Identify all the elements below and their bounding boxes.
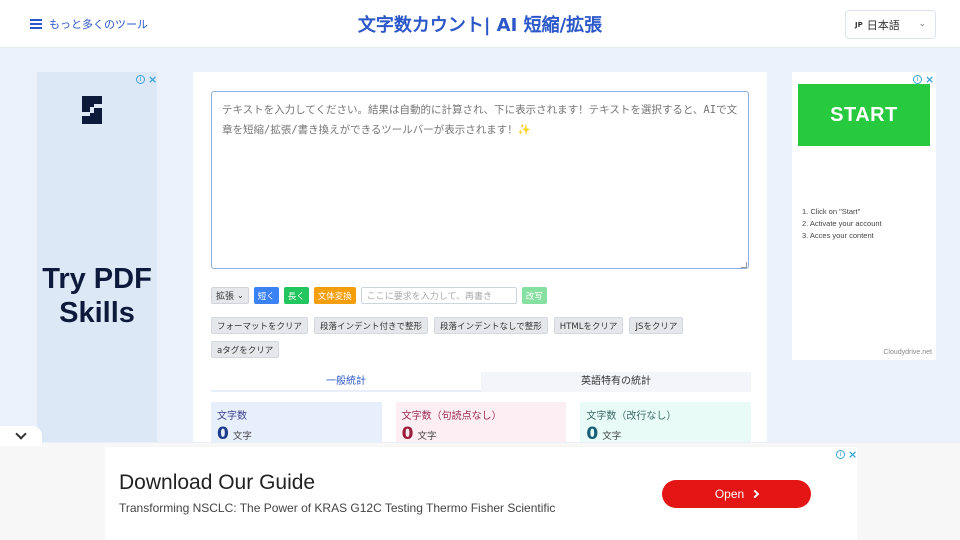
ad-steps: 1. Click on "Start" 2. Activate your acc… xyxy=(802,206,882,242)
ad-start-button[interactable]: START xyxy=(798,84,930,146)
ad-info-icon[interactable]: i xyxy=(913,75,922,84)
ad-close-icon[interactable]: × xyxy=(848,448,857,461)
stats-cards: 文字数 0 文字 文字数（句読点なし） 0 文字 文字数（改行なし） 0 文字 xyxy=(211,402,752,444)
ad-brand: Cloudydrive.net xyxy=(883,349,932,356)
ad-choices[interactable]: i × xyxy=(136,73,157,86)
clear-html-button[interactable]: HTMLをクリア xyxy=(553,317,624,334)
s-logo-icon xyxy=(82,96,102,124)
stat-label: 文字数（句読点なし） xyxy=(401,411,502,422)
language-selector[interactable]: JP 日本語 ⌄ xyxy=(845,10,936,39)
left-ad-banner[interactable]: Try PDF Skills xyxy=(37,72,157,442)
stat-value-row: 0 文字 xyxy=(217,424,376,444)
chevron-down-icon: ⌄ xyxy=(237,291,244,300)
ad-info-icon[interactable]: i xyxy=(136,75,145,84)
bottom-ad-open-button[interactable]: Open xyxy=(662,480,811,508)
shorten-button[interactable]: 短く xyxy=(253,287,279,304)
stat-card: 文字数（改行なし） 0 文字 xyxy=(580,402,752,444)
stat-value-row: 0 文字 xyxy=(586,424,745,444)
ai-toolbar: 拡張 ⌄ 短く 長く 文体変換 ここに要求を入力して、再書き 改写 xyxy=(211,287,547,304)
resize-handle-icon[interactable] xyxy=(741,262,747,268)
chevron-down-icon xyxy=(15,428,27,440)
main-panel: 拡張 ⌄ 短く 長く 文体変換 ここに要求を入力して、再書き 改写 フォーマット… xyxy=(193,72,767,444)
bottom-ad-headline: Download Our Guide xyxy=(119,471,316,494)
stat-unit: 文字 xyxy=(232,431,252,442)
clear-a-tag-button[interactable]: aタグをクリア xyxy=(211,341,280,358)
clear-js-button[interactable]: JSをクリア xyxy=(629,317,684,334)
ad-info-icon[interactable]: i xyxy=(836,450,845,459)
stat-value: 0 xyxy=(586,424,599,444)
chevron-down-icon: ⌄ xyxy=(918,19,926,29)
format-without-indent-button[interactable]: 段落インデントなしで整形 xyxy=(434,317,548,334)
stat-card: 文字数（句読点なし） 0 文字 xyxy=(395,402,567,444)
chevron-right-icon xyxy=(750,489,760,499)
ad-headline: Try PDF Skills xyxy=(42,263,152,329)
ad-close-icon[interactable]: × xyxy=(925,73,934,86)
top-header: もっと多くのツール 文字数カウント| AI 短縮/拡張 JP 日本語 ⌄ xyxy=(0,0,960,48)
stat-label: 文字数（改行なし） xyxy=(586,411,677,422)
lengthen-button[interactable]: 長く xyxy=(283,287,309,304)
clear-buttons-row: フォーマットをクリア 段落インデント付きで整形 段落インデントなしで整形 HTM… xyxy=(211,317,684,334)
bottom-ad-banner[interactable]: Download Our Guide Transforming NSCLC: T… xyxy=(105,447,857,540)
stat-value-row: 0 文字 xyxy=(402,424,561,444)
text-input[interactable] xyxy=(211,91,749,269)
ad-step: 1. Click on "Start" xyxy=(802,207,861,216)
tab-english-stats[interactable]: 英語特有の統計 xyxy=(481,372,751,392)
ad-choices[interactable]: i × xyxy=(913,73,934,86)
style-change-button[interactable]: 文体変換 xyxy=(313,287,356,304)
mode-select-value: 拡張 xyxy=(216,292,235,302)
stats-tabs: 一般統計 英語特有の統計 xyxy=(211,372,751,392)
tab-general-stats[interactable]: 一般統計 xyxy=(211,372,481,392)
format-with-indent-button[interactable]: 段落インデント付きで整形 xyxy=(314,317,429,334)
open-button-label: Open xyxy=(714,487,745,501)
collapse-ad-button[interactable] xyxy=(0,426,42,446)
stat-card: 文字数 0 文字 xyxy=(211,402,382,444)
page-title: 文字数カウント| AI 短縮/拡張 xyxy=(357,15,603,36)
stat-unit: 文字 xyxy=(602,431,622,442)
bottom-ad-subtext: Transforming NSCLC: The Power of KRAS G1… xyxy=(119,501,556,515)
ad-step: 2. Activate your account xyxy=(802,219,882,228)
stat-value: 0 xyxy=(217,424,229,444)
clear-buttons-row: aタグをクリア xyxy=(211,341,280,358)
request-input[interactable]: ここに要求を入力して、再書き xyxy=(360,287,517,304)
stat-unit: 文字 xyxy=(417,431,437,442)
clear-format-button[interactable]: フォーマットをクリア xyxy=(211,317,309,334)
language-label: 日本語 xyxy=(866,18,900,32)
mode-select[interactable]: 拡張 ⌄ xyxy=(211,287,249,304)
ad-choices[interactable]: i × xyxy=(836,448,857,461)
language-code: JP xyxy=(855,20,863,29)
ad-close-icon[interactable]: × xyxy=(148,73,157,86)
rewrite-button[interactable]: 改写 xyxy=(521,287,547,304)
ad-step: 3. Acces your content xyxy=(802,231,874,240)
stat-value: 0 xyxy=(401,424,414,444)
stat-label: 文字数 xyxy=(217,411,247,422)
right-ad-banner[interactable]: START 1. Click on "Start" 2. Activate yo… xyxy=(792,72,936,360)
